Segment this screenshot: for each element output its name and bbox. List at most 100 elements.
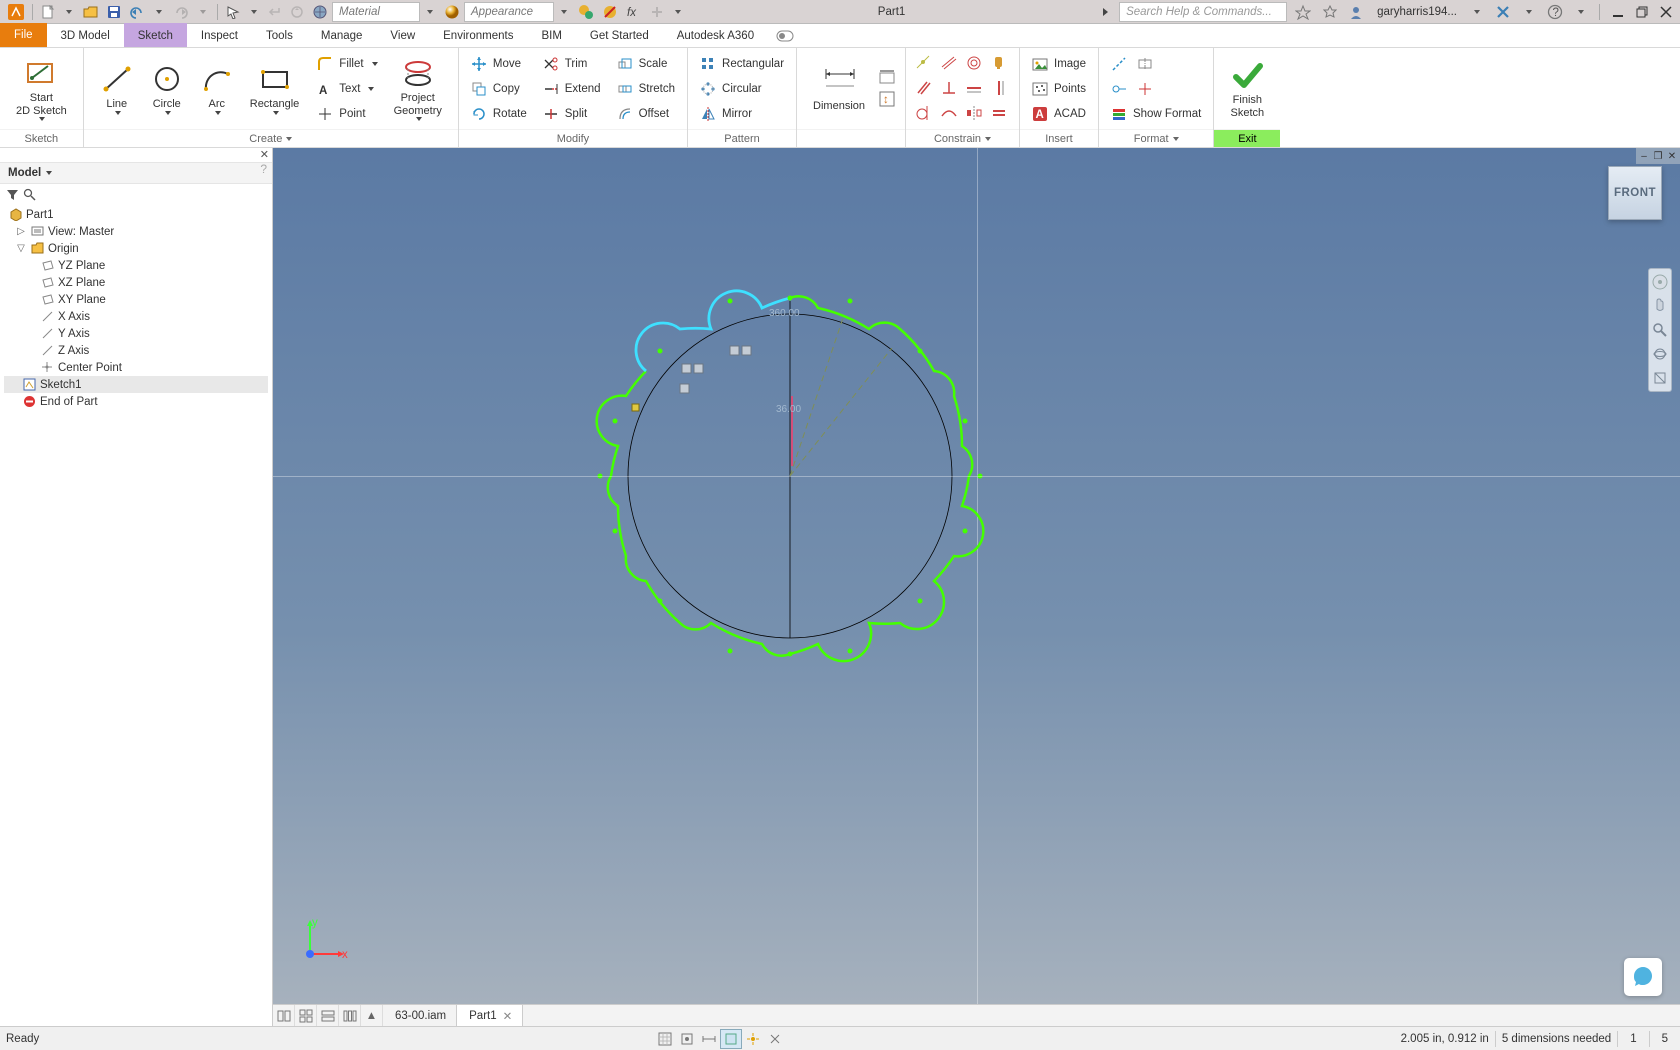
coincident-constraint-icon[interactable] — [914, 53, 934, 73]
concentric-constraint-icon[interactable] — [964, 53, 984, 73]
dimension-d2[interactable]: 36.00 — [776, 404, 801, 415]
tab-get-started[interactable]: Get Started — [576, 23, 663, 47]
appearance-combo[interactable]: Appearance — [464, 2, 554, 22]
window-restore-icon[interactable] — [1633, 1, 1651, 23]
point-button[interactable]: Point — [313, 102, 381, 126]
start-2d-sketch-button[interactable]: Start 2D Sketch — [8, 54, 75, 122]
tab-autodesk-a360[interactable]: Autodesk A360 — [663, 23, 768, 47]
panel-label-create[interactable]: Create — [84, 129, 458, 147]
save-icon[interactable] — [104, 1, 124, 23]
tab-environments[interactable]: Environments — [429, 23, 527, 47]
arc-button[interactable]: Arc — [192, 60, 242, 116]
find-icon[interactable] — [23, 188, 36, 201]
parallel-constraint-icon[interactable] — [914, 78, 934, 98]
trim-button[interactable]: Trim — [539, 52, 605, 76]
fillet-button[interactable]: Fillet — [313, 52, 381, 76]
return-icon[interactable] — [265, 1, 285, 23]
slice-graphics-icon[interactable] — [720, 1029, 742, 1049]
orbit-icon[interactable] — [1651, 345, 1669, 363]
select-icon[interactable] — [223, 1, 243, 23]
horizontal-constraint-icon[interactable] — [964, 78, 984, 98]
viewport-restore-icon[interactable]: ❐ — [1652, 150, 1664, 162]
parameters-fx-icon[interactable]: fx — [623, 1, 645, 23]
panel-label-constrain[interactable]: Constrain — [906, 129, 1019, 147]
qat-customize-icon[interactable] — [669, 1, 687, 23]
collapse-icon[interactable]: ▽ — [16, 243, 26, 254]
equal-constraint-icon[interactable] — [989, 103, 1009, 123]
split-button[interactable]: Split — [539, 102, 605, 126]
fix-constraint-icon[interactable] — [989, 53, 1009, 73]
new-dropdown-icon[interactable] — [60, 1, 78, 23]
snap-object-icon[interactable] — [676, 1029, 698, 1049]
search-input[interactable]: Search Help & Commands... — [1119, 2, 1287, 22]
steering-wheel-icon[interactable] — [1651, 273, 1669, 291]
tree-yz-plane[interactable]: YZ Plane — [4, 257, 268, 274]
snap-grid-icon[interactable] — [654, 1029, 676, 1049]
panel-label-format[interactable]: Format — [1099, 129, 1213, 147]
signin-icon[interactable] — [1292, 1, 1314, 23]
doctab-1[interactable]: Part1✕ — [457, 1005, 523, 1027]
open-icon[interactable] — [80, 1, 102, 23]
text-button[interactable]: A Text — [313, 77, 381, 101]
help-icon[interactable]: ? — [1544, 1, 1566, 23]
tree-end-of-part[interactable]: End of Part — [4, 393, 268, 410]
material-dropdown-icon[interactable] — [421, 1, 439, 23]
show-constraints-icon[interactable] — [764, 1029, 786, 1049]
autodesk-bubble-icon[interactable] — [1624, 958, 1662, 996]
filter-icon[interactable] — [6, 188, 19, 201]
tree-origin[interactable]: ▽Origin — [4, 240, 268, 257]
adjust-appearance-icon[interactable] — [575, 1, 597, 23]
appearance-sphere-icon[interactable] — [441, 1, 463, 23]
tree-root[interactable]: Part1 — [4, 206, 268, 223]
exchange-icon[interactable] — [1492, 1, 1514, 23]
smooth-constraint-icon[interactable] — [939, 103, 959, 123]
tab-inspect[interactable]: Inspect — [187, 23, 252, 47]
move-button[interactable]: Move — [467, 52, 531, 76]
tree-view[interactable]: ▷View: Master — [4, 223, 268, 240]
driven-dim-button[interactable] — [1107, 77, 1205, 101]
offset-button[interactable]: Offset — [613, 102, 679, 126]
mirror-button[interactable]: Mirror — [696, 102, 788, 126]
undo-icon[interactable] — [126, 1, 148, 23]
rectangular-pattern-button[interactable]: Rectangular — [696, 52, 788, 76]
centerline-icon[interactable] — [1137, 56, 1153, 72]
tangent-constraint-icon[interactable] — [914, 103, 934, 123]
app-icon[interactable] — [5, 1, 27, 23]
update-icon[interactable] — [287, 1, 307, 23]
tree-x-axis[interactable]: X Axis — [4, 308, 268, 325]
username[interactable]: garyharris194... — [1377, 6, 1457, 18]
exchange-dropdown-icon[interactable] — [1520, 1, 1538, 23]
tile-grid-icon[interactable] — [295, 1005, 317, 1027]
centerpoint-icon[interactable] — [1137, 81, 1153, 97]
ribbon-minimize-icon[interactable] — [768, 23, 802, 47]
tab-sketch[interactable]: Sketch — [124, 23, 187, 47]
stretch-button[interactable]: Stretch — [613, 77, 679, 101]
redo-dropdown-icon[interactable] — [194, 1, 212, 23]
material-combo[interactable]: Material — [332, 2, 420, 22]
tab-tools[interactable]: Tools — [252, 23, 307, 47]
dimension-button[interactable]: Dimension — [805, 62, 873, 114]
clear-appearance-icon[interactable] — [599, 1, 621, 23]
show-all-dof-icon[interactable] — [742, 1029, 764, 1049]
finish-sketch-button[interactable]: Finish Sketch — [1222, 56, 1272, 120]
expand-icon[interactable]: ▷ — [16, 226, 26, 237]
viewport-minimize-icon[interactable]: – — [1638, 150, 1650, 162]
collinear-constraint-icon[interactable] — [939, 53, 959, 73]
tile-horiz-icon[interactable] — [317, 1005, 339, 1027]
symmetric-constraint-icon[interactable] — [964, 103, 984, 123]
search-expand-icon[interactable] — [1096, 1, 1114, 23]
zoom-icon[interactable] — [1651, 321, 1669, 339]
user-dropdown-icon[interactable] — [1468, 1, 1486, 23]
rectangle-button[interactable]: Rectangle — [242, 60, 308, 116]
show-format-button[interactable]: Show Format — [1107, 102, 1205, 126]
tab-manage[interactable]: Manage — [307, 23, 377, 47]
tab-3d-model[interactable]: 3D Model — [47, 23, 124, 47]
line-button[interactable]: Line — [92, 60, 142, 116]
tree-xz-plane[interactable]: XZ Plane — [4, 274, 268, 291]
sketch-canvas[interactable]: – ❐ ✕ FRONT — [273, 148, 1680, 1026]
appearance-dropdown-icon[interactable] — [555, 1, 573, 23]
extend-button[interactable]: Extend — [539, 77, 605, 101]
favorite-icon[interactable] — [1320, 1, 1340, 23]
tab-file[interactable]: File — [0, 23, 47, 47]
viewcube[interactable]: FRONT — [1608, 166, 1662, 220]
